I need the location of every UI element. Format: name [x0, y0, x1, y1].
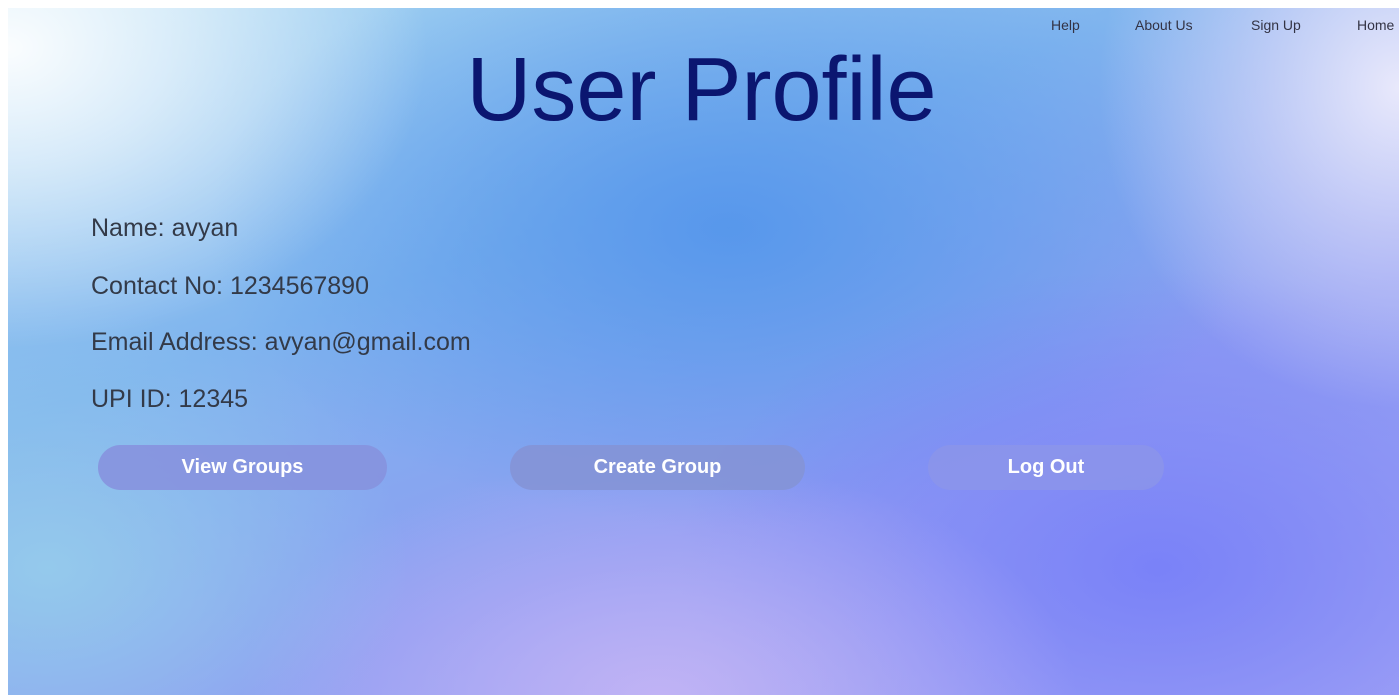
profile-contact: Contact No: 1234567890: [91, 272, 369, 300]
view-groups-button[interactable]: View Groups: [98, 445, 387, 490]
log-out-button[interactable]: Log Out: [928, 445, 1164, 490]
nav-link-sign-up[interactable]: Sign Up: [1251, 17, 1301, 33]
page-title-text: User Profile: [466, 40, 937, 140]
nav-link-home[interactable]: Home: [1357, 17, 1394, 33]
profile-email: Email Address: avyan@gmail.com: [91, 328, 471, 356]
nav-link-help[interactable]: Help: [1051, 17, 1080, 33]
nav-link-about-us[interactable]: About Us: [1135, 17, 1193, 33]
profile-upi: UPI ID: 12345: [91, 385, 249, 413]
create-group-button[interactable]: Create Group: [510, 445, 805, 490]
profile-name: Name: avyan: [91, 214, 239, 242]
page-title: User Profile: [8, 38, 1399, 142]
page-background: Help About Us Sign Up Home User Profile …: [8, 8, 1399, 695]
